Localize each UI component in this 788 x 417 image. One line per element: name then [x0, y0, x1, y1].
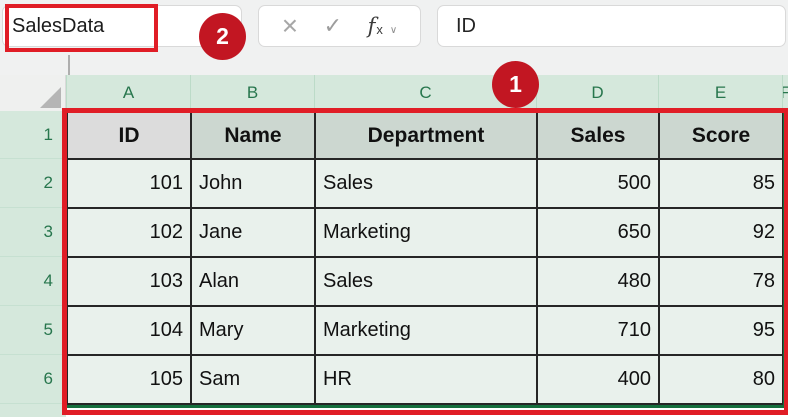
- cell-b4[interactable]: Alan: [191, 257, 315, 306]
- annotation-badge-1: 1: [492, 61, 539, 108]
- annotation-badge-2: 2: [199, 13, 246, 60]
- table-row: 104 Mary Marketing 710 95: [67, 306, 783, 355]
- cell-e6[interactable]: 80: [659, 355, 783, 404]
- table-row: 103 Alan Sales 480 78: [67, 257, 783, 306]
- cell-a6[interactable]: 105: [67, 355, 191, 404]
- cell-b1[interactable]: Name: [191, 112, 315, 159]
- cell-d3[interactable]: 650: [537, 208, 659, 257]
- column-header-e[interactable]: E: [658, 75, 782, 111]
- annotation-rect-name-box: [5, 4, 158, 52]
- column-headers: A B C D E F: [0, 75, 788, 111]
- cell-b6[interactable]: Sam: [191, 355, 315, 404]
- data-table: ID Name Department Sales Score 101 John …: [66, 111, 784, 405]
- cell-d1[interactable]: Sales: [537, 112, 659, 159]
- row-header-1[interactable]: 1: [0, 111, 66, 159]
- cell-e5[interactable]: 95: [659, 306, 783, 355]
- enter-icon[interactable]: ✓: [324, 15, 342, 37]
- table-row: 101 John Sales 500 85: [67, 159, 783, 208]
- row-headers: 1 2 3 4 5 6: [0, 111, 66, 417]
- cell-b5[interactable]: Mary: [191, 306, 315, 355]
- cell-a2[interactable]: 101: [67, 159, 191, 208]
- cell-d2[interactable]: 500: [537, 159, 659, 208]
- formula-bar-value: ID: [456, 6, 476, 46]
- column-header-b[interactable]: B: [190, 75, 314, 111]
- cell-c6[interactable]: HR: [315, 355, 537, 404]
- cell-e3[interactable]: 92: [659, 208, 783, 257]
- fx-icon-sub: x: [376, 22, 383, 37]
- cell-d4[interactable]: 480: [537, 257, 659, 306]
- select-all-triangle-icon: [40, 87, 61, 108]
- insert-function-button[interactable]: f x ∨: [368, 14, 398, 38]
- cell-a5[interactable]: 104: [67, 306, 191, 355]
- cell-c5[interactable]: Marketing: [315, 306, 537, 355]
- formula-controls: × ✓ f x ∨: [258, 5, 421, 47]
- column-header-f-partial[interactable]: F: [782, 75, 788, 111]
- toolbar-divider: [68, 55, 70, 75]
- row-header-3[interactable]: 3: [0, 208, 66, 257]
- cell-e2[interactable]: 85: [659, 159, 783, 208]
- table-row: 105 Sam HR 400 80: [67, 355, 783, 404]
- row-header-6[interactable]: 6: [0, 355, 66, 404]
- cell-a4[interactable]: 103: [67, 257, 191, 306]
- table-row: ID Name Department Sales Score: [67, 112, 783, 159]
- fx-icon: f: [368, 14, 376, 38]
- formula-bar[interactable]: ID: [437, 5, 786, 47]
- cell-c2[interactable]: Sales: [315, 159, 537, 208]
- cell-b3[interactable]: Jane: [191, 208, 315, 257]
- cell-c1[interactable]: Department: [315, 112, 537, 159]
- cell-c3[interactable]: Marketing: [315, 208, 537, 257]
- row-header-5[interactable]: 5: [0, 306, 66, 355]
- cell-b2[interactable]: John: [191, 159, 315, 208]
- chevron-down-icon[interactable]: ∨: [390, 25, 397, 36]
- column-header-d[interactable]: D: [536, 75, 658, 111]
- table-row: 102 Jane Marketing 650 92: [67, 208, 783, 257]
- row-header-4[interactable]: 4: [0, 257, 66, 306]
- row-header-2[interactable]: 2: [0, 159, 66, 208]
- cell-d5[interactable]: 710: [537, 306, 659, 355]
- select-all-corner[interactable]: [0, 75, 66, 111]
- cell-a1[interactable]: ID: [67, 112, 191, 159]
- cell-e1[interactable]: Score: [659, 112, 783, 159]
- cell-a3[interactable]: 102: [67, 208, 191, 257]
- cancel-icon[interactable]: ×: [282, 12, 298, 40]
- column-header-a[interactable]: A: [66, 75, 190, 111]
- cell-e4[interactable]: 78: [659, 257, 783, 306]
- cell-c4[interactable]: Sales: [315, 257, 537, 306]
- formula-toolbar: SalesData × ✓ f x ∨ ID: [0, 0, 788, 75]
- cell-d6[interactable]: 400: [537, 355, 659, 404]
